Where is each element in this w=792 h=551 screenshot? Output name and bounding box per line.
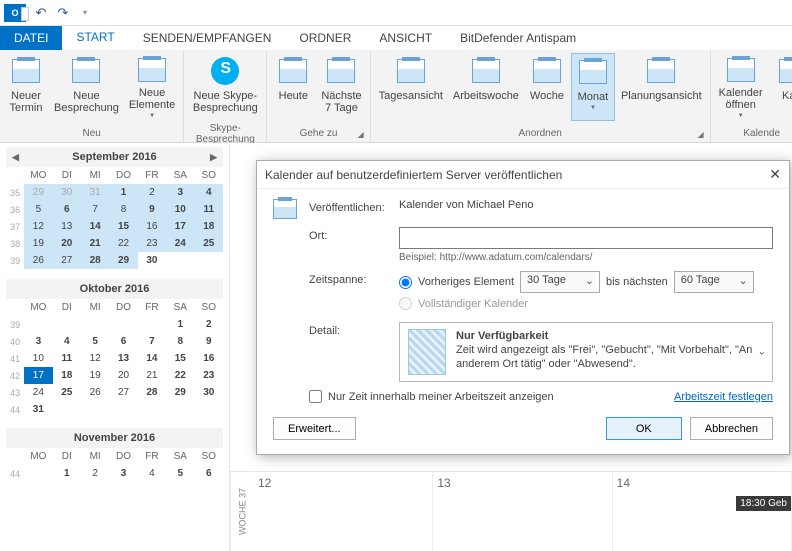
label-location: Ort:	[309, 227, 399, 242]
minical-november[interactable]: November 2016 MODIMIDOFRSASO 44123456	[6, 428, 223, 482]
btn-open-calendar[interactable]: Kalenderöffnen▼	[715, 53, 767, 121]
detail-selector[interactable]: Nur Verfügbarkeit Zeit wird angezeigt al…	[399, 322, 773, 382]
tab-view[interactable]: ANSICHT	[365, 26, 446, 50]
link-set-work-hours[interactable]: Arbeitszeit festlegen	[674, 391, 773, 403]
radio-full-label: Vollständiger Kalender	[418, 298, 528, 310]
minical-title: November 2016	[74, 432, 155, 444]
tab-send-receive[interactable]: SENDEN/EMPFANGEN	[129, 26, 286, 50]
btn-new-appointment[interactable]: NeuerTermin	[4, 53, 48, 121]
calendar-icon	[273, 199, 305, 219]
outlook-app-icon: O	[4, 4, 26, 22]
tab-start[interactable]: START	[62, 26, 128, 50]
btn-day-view[interactable]: Tagesansicht	[375, 53, 447, 121]
btn-skype-meeting[interactable]: Neue Skype-Besprechung	[188, 53, 262, 121]
checkbox-work-hours-label: Nur Zeit innerhalb meiner Arbeitszeit an…	[328, 391, 554, 403]
group-arrange: Tagesansicht Arbeitswoche Woche Monat▼ P…	[371, 50, 711, 142]
radio-full	[399, 297, 412, 310]
btn-schedule-view[interactable]: Planungsansicht	[617, 53, 706, 121]
publish-calendar-dialog: Kalender auf benutzerdefiniertem Server …	[256, 160, 790, 455]
btn-today[interactable]: Heute	[271, 53, 315, 121]
tab-file[interactable]: DATEI	[0, 26, 62, 50]
detail-title: Nur Verfügbarkeit	[456, 329, 764, 343]
qat-undo-icon[interactable]: ↶	[33, 5, 49, 21]
btn-month-view[interactable]: Monat▼	[571, 53, 615, 121]
minical-prev-icon[interactable]: ◀	[12, 152, 19, 163]
ribbon: NeuerTermin NeueBesprechung NeueElemente…	[0, 50, 792, 143]
location-hint: Beispiel: http://www.adatum.com/calendar…	[399, 252, 773, 263]
group-calendar-manage: Kalenderöffnen▼ Ka Kalende	[711, 50, 792, 142]
btn-next-7-days[interactable]: Nächste7 Tage	[317, 53, 365, 121]
btn-work-week-view[interactable]: Arbeitswoche	[449, 53, 523, 121]
checkbox-work-hours[interactable]	[309, 390, 322, 403]
group-skype: Neue Skype-Besprechung Skype-Besprechung	[184, 50, 267, 142]
minical-october[interactable]: Oktober 2016 MODIMIDOFRSASO 3912 4034567…	[6, 279, 223, 418]
minical-title: September 2016	[72, 151, 156, 163]
group-label-arrange: Anordnen◢	[375, 126, 706, 142]
group-label-calendar: Kalende	[715, 126, 792, 142]
tab-folder[interactable]: ORDNER	[285, 26, 365, 50]
btn-calendar-more[interactable]: Ka	[769, 53, 792, 121]
detail-desc: Zeit wird angezeigt als "Frei", "Gebucht…	[456, 343, 764, 371]
btn-new-items[interactable]: NeueElemente▼	[125, 53, 179, 121]
btn-week-view[interactable]: Woche	[525, 53, 569, 121]
radio-previous-label: Vorheriges Element	[418, 276, 514, 288]
btn-advanced[interactable]: Erweitert...	[273, 417, 356, 440]
label-detail: Detail:	[309, 322, 399, 337]
titlebar: O ↶ ↷ ▾	[0, 0, 792, 26]
close-icon[interactable]: ✕	[769, 166, 781, 183]
week-label: WOCHE 37	[230, 472, 254, 551]
dialog-titlebar: Kalender auf benutzerdefiniertem Server …	[257, 161, 789, 189]
location-input[interactable]	[399, 227, 773, 249]
value-publish: Kalender von Michael Peno	[399, 199, 773, 211]
minical-next-icon[interactable]: ▶	[210, 152, 217, 163]
calendar-nav-pane: ◀September 2016▶ MODIMIDOFRSASO 35293031…	[0, 143, 230, 551]
group-label-goto: Gehe zu◢	[271, 126, 365, 142]
day-cell[interactable]: 1418:30 Geb	[613, 472, 792, 551]
qat-customize-icon[interactable]: ▾	[77, 5, 93, 21]
minical-title: Oktober 2016	[80, 283, 150, 295]
chevron-down-icon[interactable]: ⌄	[758, 347, 766, 358]
dialog-title: Kalender auf benutzerdefiniertem Server …	[265, 168, 562, 182]
group-label-neu: Neu	[4, 126, 179, 142]
qat-redo-icon[interactable]: ↷	[55, 5, 71, 21]
combo-next-days[interactable]: 60 Tage	[674, 271, 754, 293]
label-publish: Veröffentlichen:	[309, 199, 399, 214]
event-chip[interactable]: 18:30 Geb	[736, 496, 791, 511]
minical-september[interactable]: ◀September 2016▶ MODIMIDOFRSASO 35293031…	[6, 147, 223, 269]
launcher-goto[interactable]: ◢	[358, 130, 364, 139]
btn-ok[interactable]: OK	[606, 417, 682, 440]
span-until: bis nächsten	[606, 276, 668, 288]
day-cell[interactable]: 12	[254, 472, 433, 551]
ribbon-tabs: DATEI START SENDEN/EMPFANGEN ORDNER ANSI…	[0, 26, 792, 50]
btn-new-meeting[interactable]: NeueBesprechung	[50, 53, 123, 121]
btn-cancel[interactable]: Abbrechen	[690, 417, 773, 440]
combo-prev-days[interactable]: 30 Tage	[520, 271, 600, 293]
radio-previous[interactable]	[399, 276, 412, 289]
month-grid-row: WOCHE 37 12 13 1418:30 Geb	[230, 471, 792, 551]
tab-bitdefender[interactable]: BitDefender Antispam	[446, 26, 590, 50]
launcher-arrange[interactable]: ◢	[698, 130, 704, 139]
group-neu: NeuerTermin NeueBesprechung NeueElemente…	[0, 50, 184, 142]
day-cell[interactable]: 13	[433, 472, 612, 551]
availability-thumb-icon	[408, 329, 446, 375]
label-timespan: Zeitspanne:	[309, 271, 399, 286]
group-goto: Heute Nächste7 Tage Gehe zu◢	[267, 50, 370, 142]
